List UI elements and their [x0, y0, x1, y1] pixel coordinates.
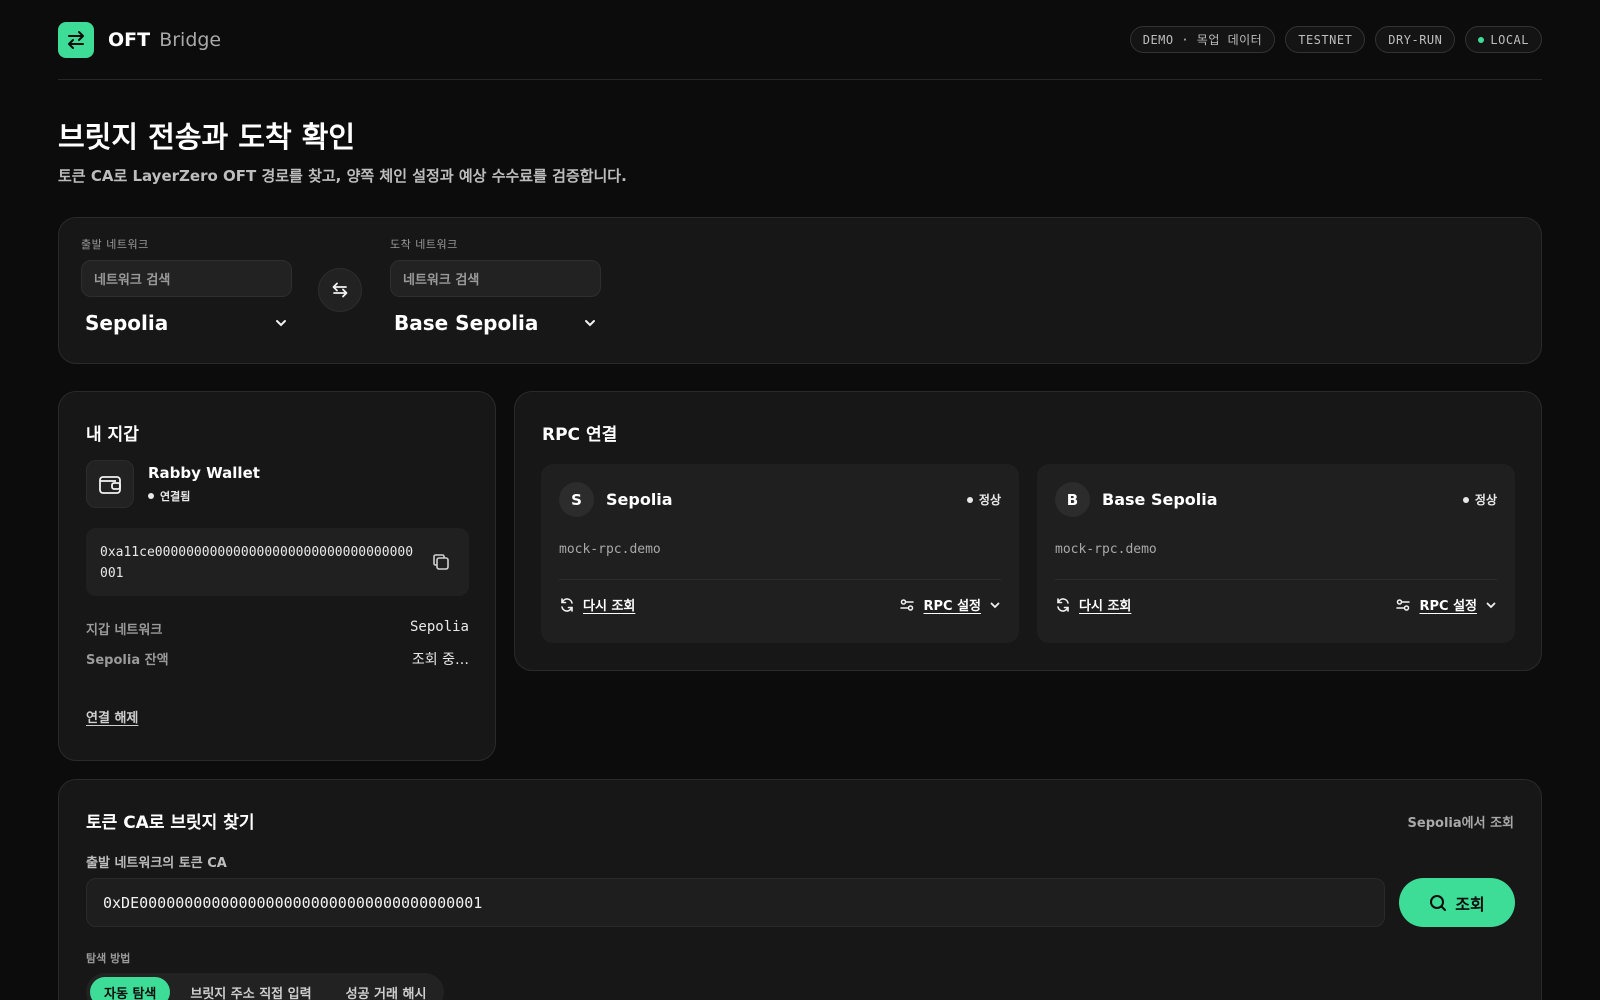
dry-run-badge: DRY-RUN — [1375, 26, 1456, 53]
chevron-down-icon — [276, 320, 286, 327]
rpc-chain-name: Sepolia — [606, 490, 673, 509]
wallet-network-value: Sepolia — [409, 619, 469, 635]
page-subtitle: 토큰 CA로 LayerZero OFT 경로를 찾고, 양쪽 체인 설정과 예… — [58, 167, 627, 185]
local-badge: LOCAL — [1465, 26, 1542, 53]
wallet-address-text: 0xa11ce000000000000000000000000000000000… — [100, 545, 414, 581]
tab-auto-search[interactable]: 자동 탐색 — [90, 977, 171, 1000]
to-network: 도착 네트워크 네트워크 검색 Base Sepolia — [390, 236, 601, 335]
rpc-chain-name: Base Sepolia — [1102, 490, 1218, 509]
from-network-value: Sepolia — [85, 311, 169, 335]
chain-avatar: S — [559, 482, 594, 517]
from-network-select[interactable]: Sepolia — [81, 311, 292, 335]
chevron-down-icon — [1486, 602, 1496, 608]
from-network-label: 출발 네트워크 — [81, 238, 149, 251]
demo-badge: DEMO · 목업 데이터 — [1129, 26, 1276, 53]
testnet-badge: TESTNET — [1285, 26, 1366, 53]
rpc-item-sepolia: S Sepolia 정상 mock-rpc.demo 다시 조회 RPC 설정 — [541, 464, 1019, 643]
wallet-info: Rabby Wallet 연결됨 — [86, 460, 260, 508]
status-dot-icon — [1462, 496, 1469, 503]
wallet-network-label: 지갑 네트워크 — [86, 623, 163, 638]
rpc-settings-button[interactable]: RPC 설정 — [1395, 595, 1497, 614]
tab-bridge-address[interactable]: 브릿지 주소 직접 입력 — [176, 977, 325, 1000]
brand-name: OFT — [108, 29, 151, 51]
to-network-select[interactable]: Base Sepolia — [390, 311, 601, 335]
wallet-balance-row: Sepolia 잔액 조회 중… — [86, 649, 469, 669]
token-ca-input[interactable]: 0xDE000000000000000000000000000000000000… — [86, 878, 1385, 927]
status-dot-icon — [1478, 36, 1485, 43]
rpc-settings-button[interactable]: RPC 설정 — [899, 595, 1001, 614]
rpc-title: RPC 연결 — [542, 425, 618, 445]
search-button[interactable]: 조회 — [1399, 878, 1515, 927]
network-selector-card: 출발 네트워크 네트워크 검색 Sepolia 도착 네트워크 네트워크 검색 … — [58, 217, 1542, 364]
search-method-tabs: 자동 탐색 브릿지 주소 직접 입력 성공 거래 해시 — [86, 973, 445, 1000]
env-badges: DEMO · 목업 데이터 TESTNET DRY-RUN LOCAL — [1129, 26, 1542, 53]
swap-networks-button[interactable] — [318, 268, 362, 312]
wallet-balance-label: Sepolia 잔액 — [86, 653, 169, 668]
rpc-card: RPC 연결 S Sepolia 정상 mock-rpc.demo 다시 조회 … — [514, 391, 1542, 671]
page-title: 브릿지 전송과 도착 확인 — [58, 120, 356, 154]
wallet-name: Rabby Wallet — [148, 464, 260, 482]
refresh-button[interactable]: 다시 조회 — [559, 595, 635, 614]
status-dot-icon — [148, 493, 154, 499]
divider — [559, 579, 1001, 580]
token-ca-label: 출발 네트워크의 토큰 CA — [86, 856, 227, 871]
token-search-title: 토큰 CA로 브릿지 찾기 — [86, 813, 255, 833]
wallet-icon — [86, 460, 134, 508]
copy-icon[interactable] — [431, 552, 451, 572]
to-network-value: Base Sepolia — [394, 311, 539, 335]
wallet-address: 0xa11ce000000000000000000000000000000000… — [86, 528, 469, 596]
token-search-note: Sepolia에서 조회 — [1407, 816, 1514, 831]
brand[interactable]: OFT Bridge — [58, 22, 221, 58]
chevron-down-icon — [990, 602, 1000, 608]
app-header: OFT Bridge DEMO · 목업 데이터 TESTNET DRY-RUN… — [58, 22, 1542, 80]
divider — [1055, 579, 1497, 580]
refresh-button[interactable]: 다시 조회 — [1055, 595, 1131, 614]
rpc-url: mock-rpc.demo — [1055, 542, 1157, 557]
status-dot-icon — [966, 496, 973, 503]
brand-subname: Bridge — [159, 29, 222, 51]
from-network: 출발 네트워크 네트워크 검색 Sepolia — [81, 236, 292, 335]
search-icon — [1430, 894, 1447, 911]
rpc-item-base-sepolia: B Base Sepolia 정상 mock-rpc.demo 다시 조회 RP… — [1037, 464, 1515, 643]
swap-logo-icon — [58, 22, 94, 58]
chain-avatar: B — [1055, 482, 1090, 517]
refresh-icon — [1057, 597, 1069, 612]
rpc-status: 정상 — [966, 491, 1001, 508]
wallet-title: 내 지갑 — [86, 425, 139, 445]
wallet-network-row: 지갑 네트워크 Sepolia — [86, 619, 469, 638]
settings-sliders-icon — [1396, 598, 1411, 611]
refresh-icon — [561, 597, 573, 612]
chevron-down-icon — [585, 320, 595, 327]
from-network-search-input[interactable]: 네트워크 검색 — [81, 260, 292, 297]
token-search-card: 토큰 CA로 브릿지 찾기 Sepolia에서 조회 출발 네트워크의 토큰 C… — [58, 779, 1542, 1000]
to-network-search-input[interactable]: 네트워크 검색 — [390, 260, 601, 297]
tab-tx-hash[interactable]: 성공 거래 해시 — [332, 977, 441, 1000]
wallet-card: 내 지갑 Rabby Wallet 연결됨 0xa11ce00000000000… — [58, 391, 496, 761]
search-method-label: 탐색 방법 — [86, 952, 131, 965]
rpc-url: mock-rpc.demo — [559, 542, 661, 557]
rpc-status: 정상 — [1462, 491, 1497, 508]
disconnect-link[interactable]: 연결 해제 — [86, 707, 138, 726]
to-network-label: 도착 네트워크 — [390, 238, 458, 251]
settings-sliders-icon — [900, 598, 915, 611]
wallet-balance-value: 조회 중… — [411, 652, 469, 668]
wallet-status: 연결됨 — [148, 488, 260, 504]
swap-icon — [332, 282, 348, 298]
